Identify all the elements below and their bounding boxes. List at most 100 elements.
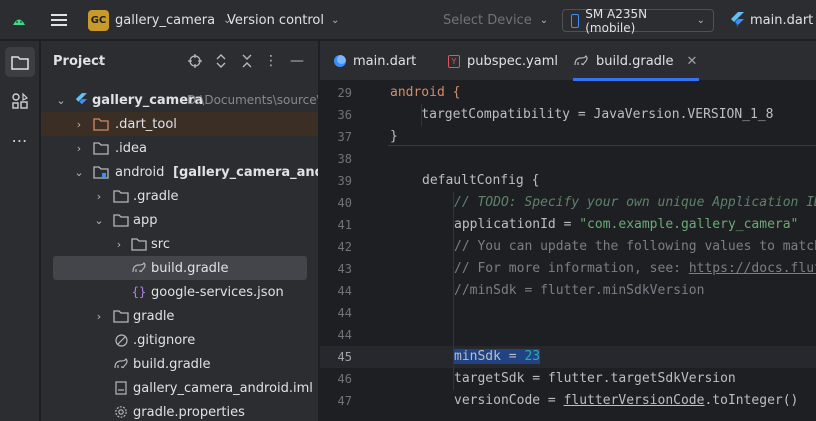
project-tool-button[interactable] [5,47,35,77]
tab-label: main.dart [353,53,417,69]
ignore-file-icon [113,332,129,348]
line-number: 45 [337,350,352,364]
tree-item-gallery-camera[interactable]: ⌄ gallery_camera D:\Documents\source\ [41,88,318,112]
run-config-label: main.dart [750,12,814,28]
select-opened-file-icon[interactable] [187,53,203,69]
tree-item-label: .gradle [133,188,179,204]
more-horizontal-icon: ⋯ [11,130,29,150]
more-tools-button[interactable]: ⋯ [5,125,35,155]
excluded-folder-icon [93,116,109,132]
code-line: applicationId = "com.example.gallery_cam… [454,217,799,232]
code-line: defaultConfig { [422,173,540,188]
select-device-dropdown[interactable]: Select Device ⌄ [443,0,548,40]
device-selector[interactable]: SM A235N (mobile) ⌄ [562,7,714,35]
chevron-right-icon[interactable]: › [73,142,85,155]
line-number: 42 [337,240,352,254]
chevron-right-icon[interactable]: › [73,118,85,131]
code-line: // For more information, see: https://do… [454,261,816,276]
hide-panel-icon[interactable]: — [289,53,305,69]
line-number: 46 [337,372,352,386]
structure-tool-button[interactable] [5,86,35,116]
tree-item-iml[interactable]: gallery_camera_android.iml [41,376,318,400]
close-icon[interactable]: ✕ [687,54,698,69]
project-panel: Project ⌄ ⋮ — ⌄ gallery_camera D:\Docume… [41,41,319,421]
project-panel-header: Project ⌄ ⋮ — [41,41,318,81]
code-line: android { [390,85,461,100]
line-number: 37 [337,130,352,144]
line-number: 36 [337,108,352,122]
chevron-down-icon[interactable]: ⌄ [73,166,85,179]
tree-item-label: gradle.properties [133,404,245,420]
editor: main.dart Y pubspec.yaml build.gradle ✕ … [320,41,816,421]
project-switcher[interactable]: GC gallery_camera ⌄ [88,0,231,40]
code-line: // TODO: Specify your own unique Applica… [454,195,816,210]
tree-item-google-services[interactable]: {} google-services.json [41,280,318,304]
tool-window-strip: ⋯ [0,41,40,421]
tree-item-module-name: [gallery_camera_android] [173,164,318,180]
code-line: targetSdk = flutter.targetSdkVersion [454,371,736,386]
folder-icon [93,140,109,156]
chevron-down-icon[interactable]: ⌄ [93,214,105,227]
android-studio-logo-icon [12,0,30,40]
tab-main-dart[interactable]: main.dart [334,41,416,81]
tree-item-app-build-gradle[interactable]: build.gradle [53,256,307,280]
code-line: // You can update the following values t… [454,239,816,254]
tree-item-idea[interactable]: › .idea [41,136,318,160]
line-number: 43 [337,262,352,276]
tree-item-dot-gradle[interactable]: › .gradle [41,184,318,208]
tree-item-label: src [151,236,170,252]
main-menu-button[interactable] [46,0,72,40]
chevron-down-icon[interactable]: ⌄ [55,94,67,107]
chevron-down-icon[interactable]: ⌄ [96,56,104,67]
gradle-icon [113,356,129,372]
run-configuration-selector[interactable]: main.dart [730,0,813,40]
settings-file-icon [113,404,129,420]
yaml-icon: Y [448,54,460,68]
chevron-down-icon: ⌄ [696,15,705,26]
chevron-right-icon[interactable]: › [93,310,105,323]
folder-icon [113,308,129,324]
folder-icon [131,236,147,252]
code-line: targetCompatibility = JavaVersion.VERSIO… [390,107,774,122]
chevron-right-icon[interactable]: › [93,190,105,203]
tree-item-build-gradle[interactable]: build.gradle [41,352,318,376]
tab-pubspec-yaml[interactable]: Y pubspec.yaml [448,41,558,81]
tree-item-label: android [115,164,165,180]
tab-build-gradle[interactable]: build.gradle ✕ [573,41,700,81]
line-number: 44 [337,284,352,298]
title-bar: GC gallery_camera ⌄ Version control ⌄ Se… [0,0,816,40]
tree-item-android[interactable]: ⌄ android [gallery_camera_android] [41,160,318,184]
version-control-label: Version control [227,12,324,28]
tree-item-label: app [133,212,158,228]
folder-icon [113,212,129,228]
options-vertical-icon[interactable]: ⋮ [263,53,279,69]
tree-item-gitignore[interactable]: .gitignore [41,328,318,352]
tree-item-dart-tool[interactable]: › .dart_tool [41,112,318,136]
line-number: 40 [337,196,352,210]
chevron-right-icon[interactable]: › [113,238,125,251]
hamburger-icon [51,19,67,21]
json-icon: {} [131,285,147,299]
version-control-menu[interactable]: Version control ⌄ [227,0,339,40]
tree-item-gradle[interactable]: › gradle [41,304,318,328]
code-editor[interactable]: android { targetCompatibility = JavaVers… [388,82,816,421]
expand-all-icon[interactable] [213,53,229,69]
tree-item-app[interactable]: ⌄ app [41,208,318,232]
tree-item-src[interactable]: › src [41,232,318,256]
line-number-gutter: 29 36 37 38 39 40 41 42 43 44 45 44 44 4… [320,82,408,421]
line-number: 29 [337,86,352,100]
tree-item-label: .gitignore [133,332,196,348]
gradle-icon [131,260,147,276]
editor-tab-bar: main.dart Y pubspec.yaml build.gradle ✕ [320,41,816,81]
folder-icon [113,188,129,204]
collapse-all-icon[interactable] [239,53,255,69]
tree-item-label: gradle [133,308,175,324]
tree-item-label: build.gradle [133,356,211,372]
project-name: gallery_camera [115,12,216,28]
line-number: 44 [337,306,352,320]
select-device-label: Select Device [443,12,532,28]
tree-item-label: google-services.json [151,284,284,300]
code-line: //minSdk = flutter.minSdkVersion [454,283,705,298]
tab-label: build.gradle [596,53,674,69]
tree-item-gradle-properties[interactable]: gradle.properties [41,400,318,421]
